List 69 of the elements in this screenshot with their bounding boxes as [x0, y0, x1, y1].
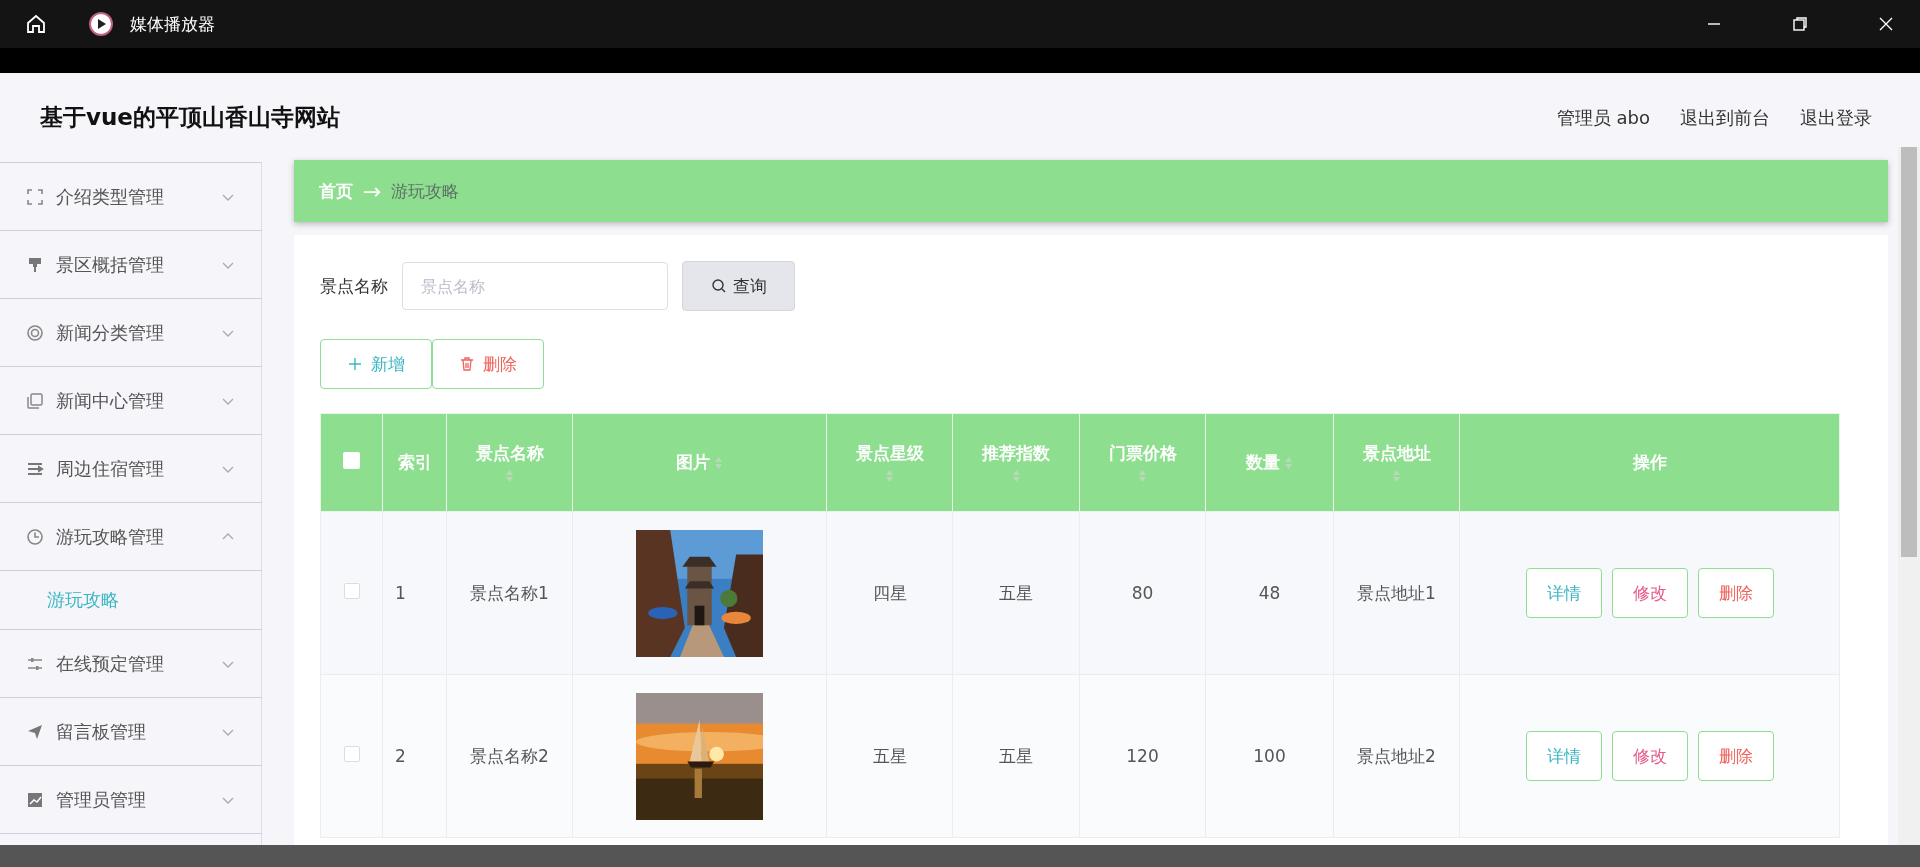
header-link[interactable]: 退出登录: [1800, 105, 1872, 130]
column-header: 索引: [382, 413, 447, 512]
table-cell: 1: [395, 583, 406, 603]
sidebar-item[interactable]: 景区概括管理: [0, 231, 261, 299]
play-icon: [88, 11, 114, 37]
select-all-checkbox[interactable]: [343, 452, 360, 469]
table-cell: 48: [1258, 583, 1281, 603]
search-icon: [710, 278, 727, 294]
breadcrumb-separator: →: [363, 178, 382, 204]
search-button[interactable]: 查询: [682, 261, 795, 311]
table-cell: 80: [1131, 583, 1154, 603]
menu-item-icon: [26, 722, 44, 741]
table-cell: 2: [395, 746, 406, 766]
row-checkbox[interactable]: [343, 746, 360, 762]
sidebar-item[interactable]: 管理员管理: [0, 766, 261, 834]
table-cell: 景点地址1: [1357, 582, 1436, 603]
breadcrumb-link[interactable]: 游玩攻略: [391, 179, 460, 203]
sort-icon[interactable]: [1284, 455, 1293, 470]
search-label: 景点名称: [320, 274, 388, 298]
sidebar-item[interactable]: 在线预定管理: [0, 630, 261, 698]
table-cell: 景点名称1: [470, 582, 549, 603]
menu-item-icon: [26, 527, 44, 546]
sort-icon[interactable]: [1392, 469, 1401, 483]
header-link[interactable]: 退出到前台: [1680, 105, 1770, 130]
sort-icon[interactable]: [885, 469, 894, 483]
detail-button[interactable]: 详情: [1525, 731, 1602, 781]
delete-button[interactable]: 删除: [1697, 731, 1774, 781]
menu-item-icon: [26, 391, 44, 410]
edit-button[interactable]: 修改: [1611, 568, 1688, 618]
table-cell: 120: [1126, 746, 1159, 766]
trash-icon: [459, 356, 475, 372]
sort-icon[interactable]: [1011, 469, 1021, 483]
search-field[interactable]: 景点名称: [402, 262, 668, 310]
detail-button[interactable]: 详情: [1525, 568, 1602, 618]
sidebar-subitem[interactable]: 游玩攻略: [0, 571, 261, 630]
sort-icon[interactable]: [714, 455, 723, 470]
table-cell: 景点地址2: [1357, 745, 1436, 766]
table-cell: 四星: [872, 582, 907, 603]
site-title: 基于vue的平顶山香山寺网站: [40, 103, 340, 132]
menu-item-icon: [26, 323, 44, 342]
plus-icon: [347, 356, 363, 372]
table-cell: 五星: [999, 582, 1033, 603]
sidebar-item[interactable]: 新闻分类管理: [0, 299, 261, 367]
sort-icon[interactable]: [1138, 469, 1147, 483]
menu-item-icon: [26, 255, 44, 274]
row-checkbox[interactable]: [343, 583, 360, 599]
delete-button[interactable]: 删除: [1697, 568, 1774, 618]
sidebar-item[interactable]: 新闻中心管理: [0, 367, 261, 435]
table-cell: 五星: [872, 745, 907, 766]
sidebar-item[interactable]: 游玩攻略管理: [0, 503, 261, 571]
sidebar-item[interactable]: 留言板管理: [0, 698, 261, 766]
sort-icon[interactable]: [505, 469, 514, 483]
sidebar-item[interactable]: 周边住宿管理: [0, 435, 261, 503]
column-header: 操作: [1459, 413, 1840, 512]
menu-item-icon: [26, 187, 44, 206]
scrollbar[interactable]: [1898, 147, 1920, 845]
restore-icon[interactable]: [1792, 16, 1808, 32]
header-link[interactable]: 管理员 abo: [1556, 105, 1650, 130]
delete-button[interactable]: 删除: [432, 339, 544, 389]
home-icon[interactable]: [24, 12, 48, 36]
sidebar-item[interactable]: 介绍类型管理: [0, 163, 261, 231]
menu-item-icon: [26, 790, 44, 809]
window-title: 媒体播放器: [130, 12, 215, 36]
table-cell: 景点名称2: [470, 745, 549, 766]
add-button[interactable]: 新增: [320, 339, 432, 389]
edit-button[interactable]: 修改: [1611, 731, 1688, 781]
table-cell: 五星: [999, 745, 1033, 766]
close-icon[interactable]: [1878, 16, 1894, 32]
table-cell: 100: [1253, 746, 1286, 766]
